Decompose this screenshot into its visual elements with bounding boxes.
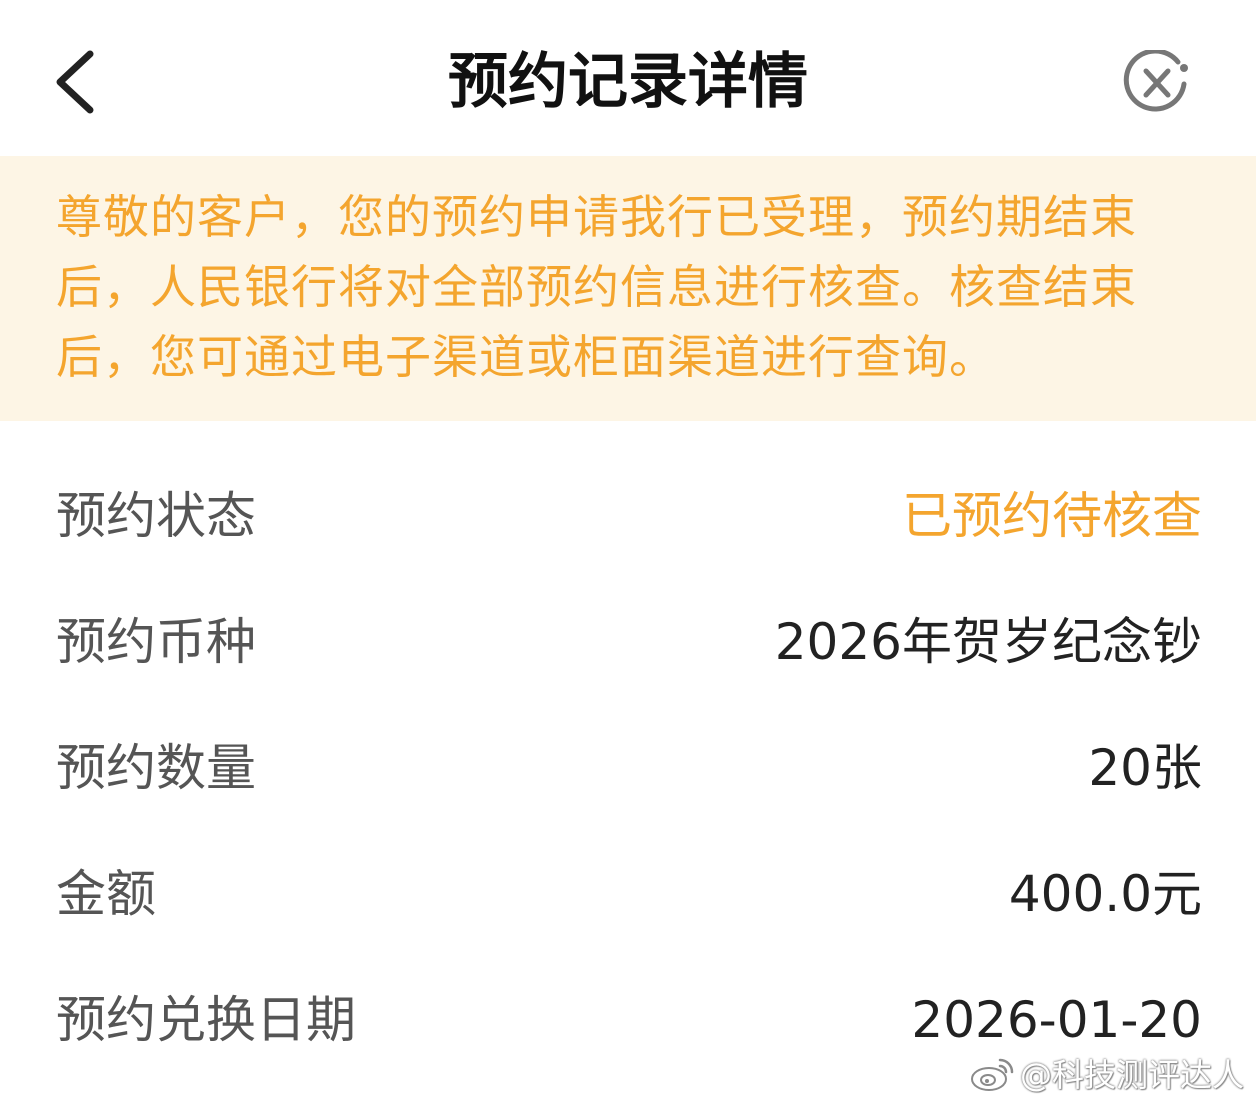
detail-label: 预约数量 xyxy=(56,739,256,797)
detail-row-exchange-date: 预约兑换日期 2026-01-20 xyxy=(56,980,1202,1060)
detail-value: 20张 xyxy=(1088,739,1202,797)
detail-label: 预约兑换日期 xyxy=(56,991,356,1049)
page-title: 预约记录详情 xyxy=(448,47,808,117)
detail-label: 金额 xyxy=(56,865,156,923)
close-button[interactable] xyxy=(1120,48,1194,118)
status-value: 已预约待核查 xyxy=(902,487,1202,545)
detail-row-status: 预约状态 已预约待核查 xyxy=(56,476,1202,556)
weibo-icon xyxy=(971,1058,1014,1091)
detail-value: 2026-01-20 xyxy=(911,991,1202,1049)
detail-value: 2026年贺岁纪念钞 xyxy=(774,613,1202,671)
watermark-text: @科技测评达人 xyxy=(1020,1056,1245,1094)
detail-row-amount: 金额 400.0元 xyxy=(56,854,1202,934)
close-circle-icon xyxy=(1123,48,1188,112)
detail-label: 预约币种 xyxy=(56,613,256,671)
top-bar: 预约记录详情 xyxy=(0,0,1256,156)
detail-row-currency: 预约币种 2026年贺岁纪念钞 xyxy=(56,602,1202,682)
detail-label: 预约状态 xyxy=(56,487,256,545)
detail-value: 400.0元 xyxy=(1008,865,1202,923)
detail-row-quantity: 预约数量 20张 xyxy=(56,728,1202,808)
watermark: @科技测评达人 xyxy=(970,1050,1250,1100)
notice-banner: 尊敬的客户，您的预约申请我行已受理，预约期结束后，人民银行将对全部预约信息进行核… xyxy=(0,156,1256,421)
notice-text: 尊敬的客户，您的预约申请我行已受理，预约期结束后，人民银行将对全部预约信息进行核… xyxy=(56,190,1137,384)
